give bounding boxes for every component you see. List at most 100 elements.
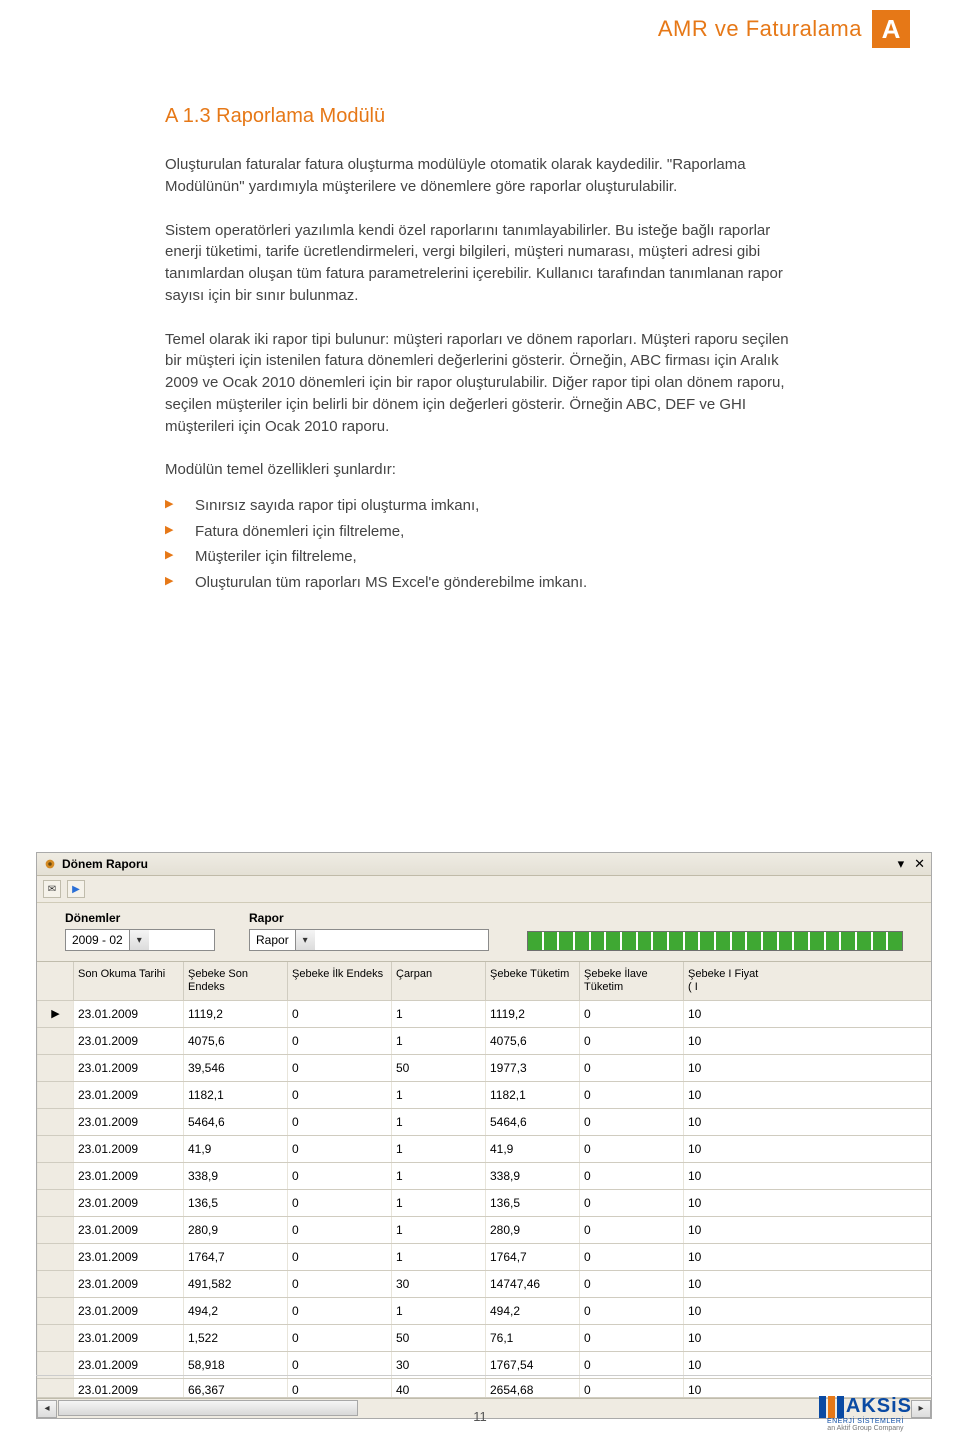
donemler-dropdown[interactable]: 2009 - 02 ▾ (65, 929, 215, 951)
paragraph: Sistem operatörleri yazılımla kendi özel… (165, 220, 805, 307)
cell: 2654,68 (485, 1379, 579, 1397)
window-title: Dönem Raporu (62, 857, 148, 871)
table-row[interactable]: 23.01.200941,90141,9010 (37, 1136, 931, 1163)
cell: 10 (683, 1244, 769, 1270)
cell: 0 (579, 1325, 683, 1351)
cell: 23.01.2009 (73, 1379, 183, 1397)
cell: 10 (683, 1190, 769, 1216)
minimize-icon[interactable]: ▾ (898, 856, 905, 872)
cell: 23.01.2009 (73, 1028, 183, 1054)
table-row[interactable]: 23.01.20095464,6015464,6010 (37, 1109, 931, 1136)
header-title: AMR ve Faturalama (658, 16, 862, 42)
paragraph: Modülün temel özellikleri şunlardır: (165, 459, 805, 481)
progress-bar (527, 931, 903, 951)
cell: 23.01.2009 (73, 1271, 183, 1297)
table-row[interactable]: 23.01.20091764,7011764,7010 (37, 1244, 931, 1271)
table-row[interactable]: 23.01.20091,52205076,1010 (37, 1325, 931, 1352)
row-selector[interactable]: ▶ (37, 1001, 73, 1027)
col-header[interactable]: Şebeke İlave Tüketim (579, 962, 683, 1000)
row-selector[interactable] (37, 1271, 73, 1297)
table-row[interactable]: 23.01.2009491,58203014747,46010 (37, 1271, 931, 1298)
scroll-left-button[interactable]: ◂ (37, 1400, 57, 1418)
cell: 23.01.2009 (73, 1109, 183, 1135)
table-row[interactable]: 23.01.2009280,901280,9010 (37, 1217, 931, 1244)
table-row[interactable]: 23.01.2009136,501136,5010 (37, 1190, 931, 1217)
data-grid: Son Okuma Tarihi Şebeke Son Endeks Şebek… (37, 962, 931, 1398)
cell: 10 (683, 1028, 769, 1054)
cell: 1 (391, 1028, 485, 1054)
cell: 1 (391, 1244, 485, 1270)
table-row[interactable]: ▶23.01.20091119,2011119,2010 (37, 1001, 931, 1028)
scrollbar-thumb[interactable] (58, 1400, 358, 1416)
cell: 66,367 (183, 1379, 287, 1397)
cell: 0 (579, 1055, 683, 1081)
chevron-down-icon: ▾ (129, 930, 149, 950)
row-selector[interactable] (37, 1244, 73, 1270)
brand-subtitle: ENERJİ SİSTEMLERİ (819, 1418, 912, 1425)
cell: 494,2 (485, 1298, 579, 1324)
table-row[interactable]: 23.01.20091182,1011182,1010 (37, 1082, 931, 1109)
row-selector[interactable] (37, 1028, 73, 1054)
row-selector[interactable] (37, 1136, 73, 1162)
cell: 1,522 (183, 1325, 287, 1351)
row-selector[interactable] (37, 1217, 73, 1243)
cell: 4075,6 (183, 1028, 287, 1054)
table-row[interactable]: 23.01.2009494,201494,2010 (37, 1298, 931, 1325)
rapor-label: Rapor (249, 911, 489, 925)
cell: 0 (579, 1298, 683, 1324)
cell: 0 (579, 1028, 683, 1054)
cell: 1764,7 (183, 1244, 287, 1270)
cell: 10 (683, 1271, 769, 1297)
row-selector[interactable] (37, 1325, 73, 1351)
col-header[interactable]: Son Okuma Tarihi (73, 962, 183, 1000)
cell: 23.01.2009 (73, 1055, 183, 1081)
row-selector[interactable] (37, 1163, 73, 1189)
cell: 10 (683, 1163, 769, 1189)
section-title: A 1.3 Raporlama Modülü (165, 105, 805, 128)
col-header[interactable]: Şebeke I Fiyat ( I (683, 962, 769, 1000)
cell: 1 (391, 1109, 485, 1135)
cell: 10 (683, 1136, 769, 1162)
cell: 23.01.2009 (73, 1001, 183, 1027)
row-selector[interactable] (37, 1190, 73, 1216)
cell: 0 (287, 1055, 391, 1081)
cell: 491,582 (183, 1271, 287, 1297)
col-header[interactable]: Çarpan (391, 962, 485, 1000)
table-row[interactable]: 23.01.200939,5460501977,3010 (37, 1055, 931, 1082)
cell: 10 (683, 1109, 769, 1135)
table-row[interactable]: 23.01.20094075,6014075,6010 (37, 1028, 931, 1055)
cell: 23.01.2009 (73, 1325, 183, 1351)
col-header[interactable]: Şebeke Tüketim (485, 962, 579, 1000)
screenshot-panel: Dönem Raporu ▾ ✕ ✉ ▶ Dönemler 2009 - 02 … (36, 852, 932, 1419)
cell: 0 (579, 1244, 683, 1270)
window-titlebar: Dönem Raporu ▾ ✕ (37, 853, 931, 876)
cell: 136,5 (183, 1190, 287, 1216)
row-selector[interactable] (37, 1379, 73, 1397)
filter-bar: Dönemler 2009 - 02 ▾ Rapor Rapor ▾ (37, 903, 931, 962)
row-selector[interactable] (37, 1055, 73, 1081)
col-header[interactable]: Şebeke Son Endeks (183, 962, 287, 1000)
cell: 1 (391, 1190, 485, 1216)
close-icon[interactable]: ✕ (914, 856, 925, 872)
cell: 5464,6 (485, 1109, 579, 1135)
cell: 10 (683, 1055, 769, 1081)
cell: 1182,1 (183, 1082, 287, 1108)
cell: 0 (579, 1217, 683, 1243)
cell: 1977,3 (485, 1055, 579, 1081)
rapor-dropdown[interactable]: Rapor ▾ (249, 929, 489, 951)
row-selector[interactable] (37, 1298, 73, 1324)
export-button[interactable]: ✉ (43, 880, 61, 898)
run-button[interactable]: ▶ (67, 880, 85, 898)
cell: 10 (683, 1379, 769, 1397)
scroll-right-button[interactable]: ▸ (911, 1400, 931, 1418)
table-row[interactable]: 23.01.2009338,901338,9010 (37, 1163, 931, 1190)
list-item: Oluşturulan tüm raporları MS Excel'e gön… (165, 570, 805, 596)
donemler-label: Dönemler (65, 911, 215, 925)
cell: 0 (287, 1379, 391, 1397)
table-row[interactable]: 23.01.200966,3670402654,68010 (37, 1379, 931, 1398)
row-selector[interactable] (37, 1109, 73, 1135)
cell: 23.01.2009 (73, 1163, 183, 1189)
row-selector[interactable] (37, 1082, 73, 1108)
cell: 10 (683, 1001, 769, 1027)
col-header[interactable]: Şebeke İlk Endeks (287, 962, 391, 1000)
